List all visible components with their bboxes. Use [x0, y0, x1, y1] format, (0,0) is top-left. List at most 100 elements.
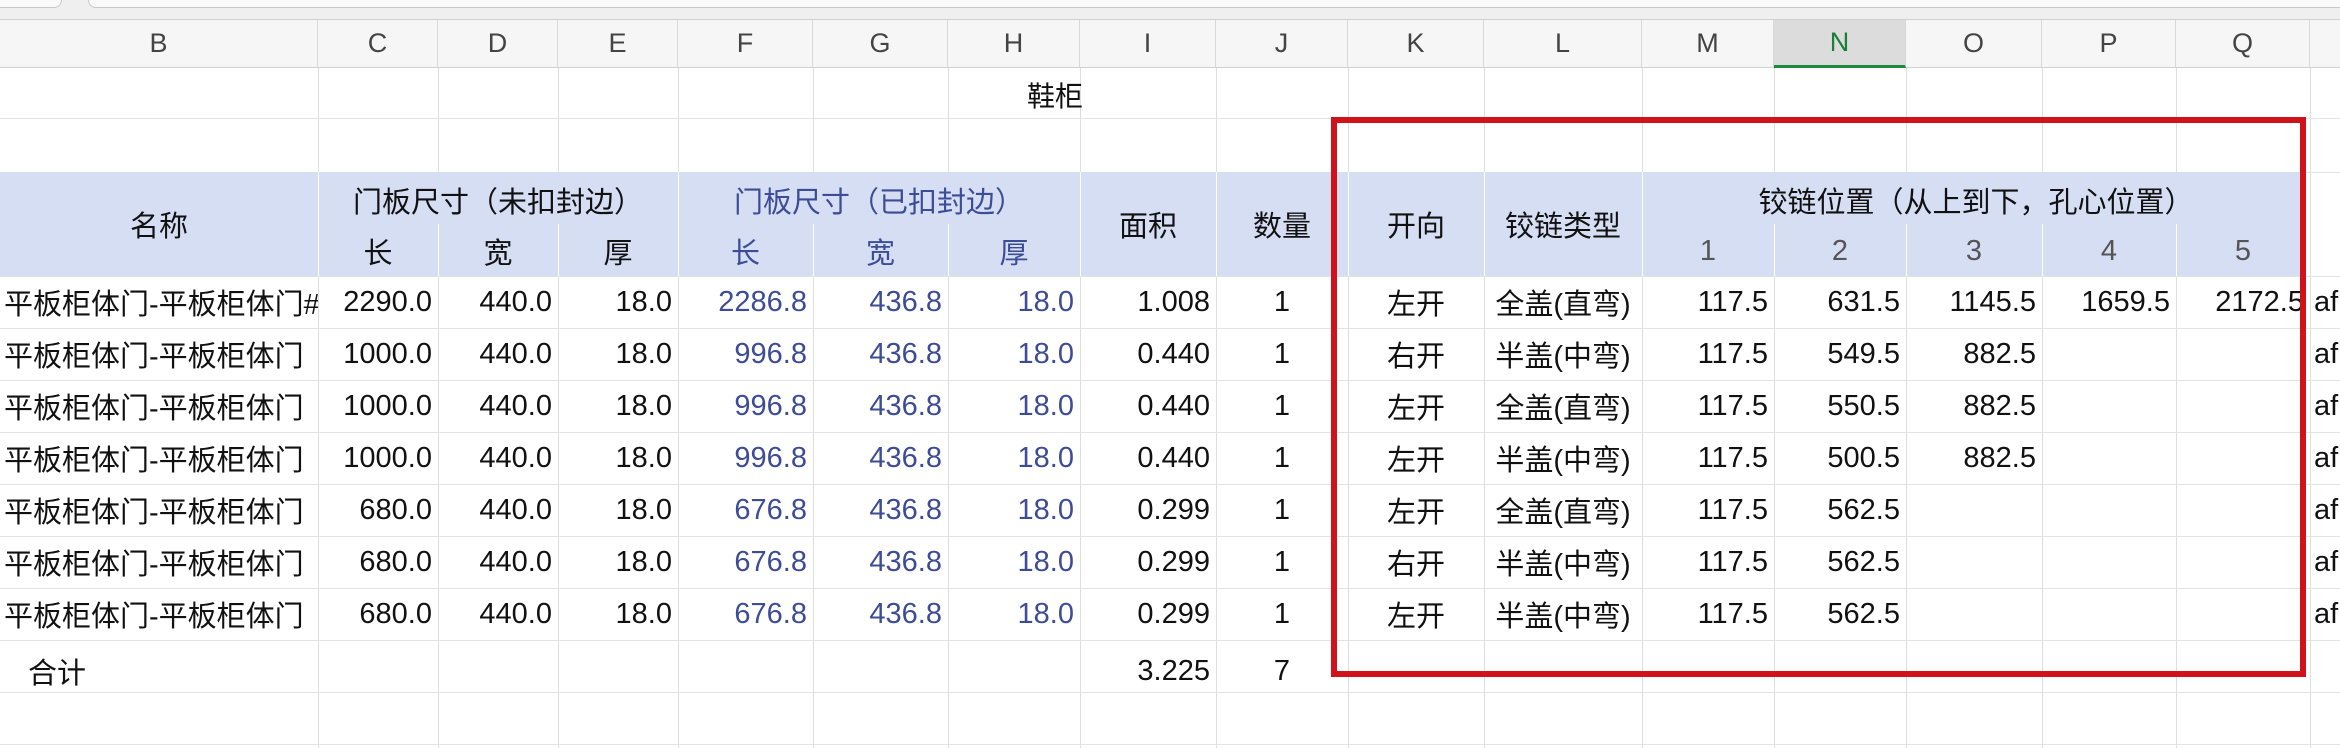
- cell-overflow[interactable]: af: [2310, 276, 2340, 328]
- cell-area[interactable]: 0.299: [1080, 536, 1216, 588]
- cell-name[interactable]: 平板柜体门-平板柜体门#: [0, 276, 318, 328]
- cell-width-sealed[interactable]: 436.8: [813, 328, 948, 380]
- cell-width-unsealed[interactable]: 440.0: [438, 588, 558, 640]
- cell-width-unsealed[interactable]: 440.0: [438, 380, 558, 432]
- grid-hline: [0, 692, 2340, 693]
- column-header-partial[interactable]: [2310, 20, 2340, 68]
- total-label: 合计: [28, 658, 87, 688]
- cell-area[interactable]: 0.440: [1080, 432, 1216, 484]
- cell-length-sealed[interactable]: 676.8: [678, 588, 813, 640]
- column-header-k[interactable]: K: [1348, 20, 1484, 68]
- column-header-p[interactable]: P: [2042, 20, 2176, 68]
- cell-thickness-unsealed[interactable]: 18.0: [558, 328, 678, 380]
- header-area: 面积: [1118, 211, 1177, 243]
- column-header-e[interactable]: E: [558, 20, 678, 68]
- cell-name[interactable]: 平板柜体门-平板柜体门: [0, 380, 318, 432]
- header-length-unsealed: 长: [363, 238, 393, 270]
- column-header-b[interactable]: B: [0, 20, 318, 68]
- cell-thickness-sealed[interactable]: 18.0: [948, 588, 1080, 640]
- cell-quantity[interactable]: 1: [1216, 328, 1348, 380]
- column-header-d[interactable]: D: [438, 20, 558, 68]
- cell-quantity[interactable]: 1: [1216, 588, 1348, 640]
- cell-length-unsealed[interactable]: 680.0: [318, 484, 438, 536]
- column-header-q[interactable]: Q: [2176, 20, 2310, 68]
- cell-quantity[interactable]: 1: [1216, 432, 1348, 484]
- cell-width-unsealed[interactable]: 440.0: [438, 432, 558, 484]
- cell-overflow[interactable]: af: [2310, 588, 2340, 640]
- column-header-n[interactable]: N: [1774, 20, 1906, 68]
- cell-length-unsealed[interactable]: 680.0: [318, 536, 438, 588]
- cell-thickness-unsealed[interactable]: 18.0: [558, 432, 678, 484]
- cell-area[interactable]: 1.008: [1080, 276, 1216, 328]
- cell-length-sealed[interactable]: 2286.8: [678, 276, 813, 328]
- cell-width-sealed[interactable]: 436.8: [813, 588, 948, 640]
- cell-quantity[interactable]: 1: [1216, 276, 1348, 328]
- cell-area[interactable]: 0.440: [1080, 328, 1216, 380]
- cell-name[interactable]: 平板柜体门-平板柜体门: [0, 328, 318, 380]
- cell-quantity[interactable]: 1: [1216, 536, 1348, 588]
- column-header-h[interactable]: H: [948, 20, 1080, 68]
- formula-bar-edge[interactable]: [88, 0, 2340, 8]
- sheet-title: 鞋柜: [1026, 81, 1083, 112]
- cell-length-sealed[interactable]: 996.8: [678, 432, 813, 484]
- cell-width-sealed[interactable]: 436.8: [813, 276, 948, 328]
- cell-width-sealed[interactable]: 436.8: [813, 432, 948, 484]
- cell-thickness-unsealed[interactable]: 18.0: [558, 536, 678, 588]
- cell-area[interactable]: 0.299: [1080, 588, 1216, 640]
- cell-length-sealed[interactable]: 996.8: [678, 328, 813, 380]
- cell-thickness-unsealed[interactable]: 18.0: [558, 276, 678, 328]
- cell-area[interactable]: 0.299: [1080, 484, 1216, 536]
- column-header-f[interactable]: F: [678, 20, 813, 68]
- cell-length-unsealed[interactable]: 2290.0: [318, 276, 438, 328]
- cell-quantity[interactable]: 1: [1216, 380, 1348, 432]
- cell-length-unsealed[interactable]: 1000.0: [318, 432, 438, 484]
- cell-width-sealed[interactable]: 436.8: [813, 380, 948, 432]
- cell-thickness-sealed[interactable]: 18.0: [948, 328, 1080, 380]
- column-header-g[interactable]: G: [813, 20, 948, 68]
- cell-width-sealed[interactable]: 436.8: [813, 536, 948, 588]
- column-header-m[interactable]: M: [1642, 20, 1774, 68]
- cell-length-unsealed[interactable]: 680.0: [318, 588, 438, 640]
- cell-overflow[interactable]: af: [2310, 536, 2340, 588]
- cell-thickness-sealed[interactable]: 18.0: [948, 432, 1080, 484]
- cell-width-unsealed[interactable]: 440.0: [438, 328, 558, 380]
- header-width-sealed: 宽: [865, 238, 895, 270]
- cell-width-sealed[interactable]: 436.8: [813, 484, 948, 536]
- sheet-tab-edge[interactable]: [0, 0, 62, 8]
- cell-length-sealed[interactable]: 676.8: [678, 484, 813, 536]
- cell-length-sealed[interactable]: 996.8: [678, 380, 813, 432]
- cell-width-unsealed[interactable]: 440.0: [438, 484, 558, 536]
- cell-overflow[interactable]: af: [2310, 328, 2340, 380]
- cell-name[interactable]: 平板柜体门-平板柜体门: [0, 588, 318, 640]
- column-header-j[interactable]: J: [1216, 20, 1348, 68]
- column-header-o[interactable]: O: [1906, 20, 2042, 68]
- cell-width-unsealed[interactable]: 440.0: [438, 276, 558, 328]
- header-group-unsealed: 门板尺寸（未扣封边）: [352, 187, 643, 219]
- cell-overflow[interactable]: af: [2310, 432, 2340, 484]
- cell-name[interactable]: 平板柜体门-平板柜体门: [0, 484, 318, 536]
- header-width-unsealed: 宽: [483, 238, 513, 270]
- cell-thickness-sealed[interactable]: 18.0: [948, 484, 1080, 536]
- highlight-box: [1331, 117, 2306, 677]
- cell-quantity[interactable]: 1: [1216, 484, 1348, 536]
- total-quantity: 7: [1273, 654, 1291, 687]
- cell-overflow[interactable]: af: [2310, 380, 2340, 432]
- cell-length-unsealed[interactable]: 1000.0: [318, 380, 438, 432]
- cell-length-unsealed[interactable]: 1000.0: [318, 328, 438, 380]
- column-header-l[interactable]: L: [1484, 20, 1642, 68]
- cell-name[interactable]: 平板柜体门-平板柜体门: [0, 432, 318, 484]
- column-header-c[interactable]: C: [318, 20, 438, 68]
- cell-name[interactable]: 平板柜体门-平板柜体门: [0, 536, 318, 588]
- cell-thickness-unsealed[interactable]: 18.0: [558, 588, 678, 640]
- cell-thickness-unsealed[interactable]: 18.0: [558, 380, 678, 432]
- cell-thickness-sealed[interactable]: 18.0: [948, 380, 1080, 432]
- column-header-i[interactable]: I: [1080, 20, 1216, 68]
- cell-width-unsealed[interactable]: 440.0: [438, 536, 558, 588]
- cell-area[interactable]: 0.440: [1080, 380, 1216, 432]
- cell-thickness-unsealed[interactable]: 18.0: [558, 484, 678, 536]
- header-length-sealed: 长: [730, 238, 760, 270]
- cell-overflow[interactable]: af: [2310, 484, 2340, 536]
- cell-thickness-sealed[interactable]: 18.0: [948, 536, 1080, 588]
- cell-length-sealed[interactable]: 676.8: [678, 536, 813, 588]
- cell-thickness-sealed[interactable]: 18.0: [948, 276, 1080, 328]
